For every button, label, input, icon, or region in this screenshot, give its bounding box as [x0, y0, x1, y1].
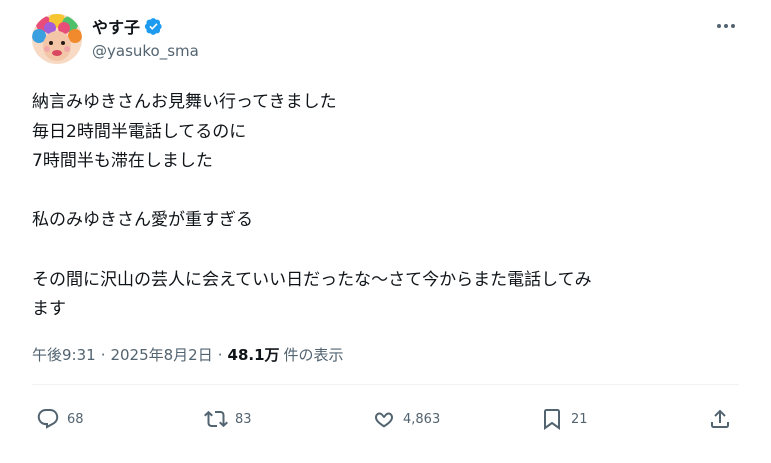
verified-badge-icon: [144, 17, 162, 35]
tweet-line: 私のみゆきさん愛が重すぎる: [32, 210, 253, 231]
more-dots-icon: [717, 24, 735, 28]
repost-count: 83: [235, 411, 252, 427]
tweet-time[interactable]: 午後9:31: [32, 344, 96, 365]
tweet-line: 納言みゆきさんお見舞い行ってきました: [32, 92, 337, 112]
author-handle[interactable]: @yasuko_sma: [92, 42, 199, 60]
avatar[interactable]: [32, 14, 82, 64]
like-count: 4,863: [403, 411, 441, 427]
more-options-button[interactable]: [714, 16, 738, 36]
reply-count: 68: [67, 411, 84, 427]
avatar-image: [32, 14, 82, 64]
tweet-text: 納言みゆきさんお見舞い行ってきました 毎日2時間半電話してるのに 7時間半も滞在…: [32, 88, 742, 325]
repost-button[interactable]: 83: [204, 405, 252, 433]
repost-icon: [204, 410, 228, 428]
tweet-line-break: [32, 177, 742, 207]
tweet-date[interactable]: 2025年8月2日: [110, 344, 212, 365]
bookmark-count: 21: [571, 411, 588, 427]
author-name[interactable]: やす子: [92, 14, 140, 38]
reply-icon: [37, 409, 59, 429]
share-icon: [711, 409, 729, 428]
divider: [32, 384, 739, 385]
bookmark-icon: [544, 409, 560, 430]
tweet-line: 毎日2時間半電話してるのに: [32, 121, 247, 142]
like-button[interactable]: 4,863: [372, 405, 440, 433]
share-button[interactable]: [708, 405, 732, 433]
author-name-row[interactable]: やす子: [92, 14, 163, 38]
tweet-line: ます: [32, 299, 66, 320]
views-count: 48.1万: [227, 346, 280, 364]
reply-button[interactable]: 68: [36, 405, 84, 433]
tweet-line: 7時間半も滞在しました: [32, 151, 213, 172]
meta-separator: ·: [100, 345, 106, 364]
heart-icon: [375, 412, 393, 428]
tweet-line: その間に沢山の芸人に会えていい日だったな〜さて今からまた電話してみ: [32, 269, 592, 290]
views-label: 件の表示: [283, 346, 344, 364]
tweet-meta: 午後9:31 · 2025年8月2日 · 48.1万 件の表示: [32, 344, 344, 365]
meta-separator: ·: [217, 345, 223, 364]
bookmark-button[interactable]: 21: [540, 405, 588, 433]
tweet-line-break: [32, 236, 742, 266]
